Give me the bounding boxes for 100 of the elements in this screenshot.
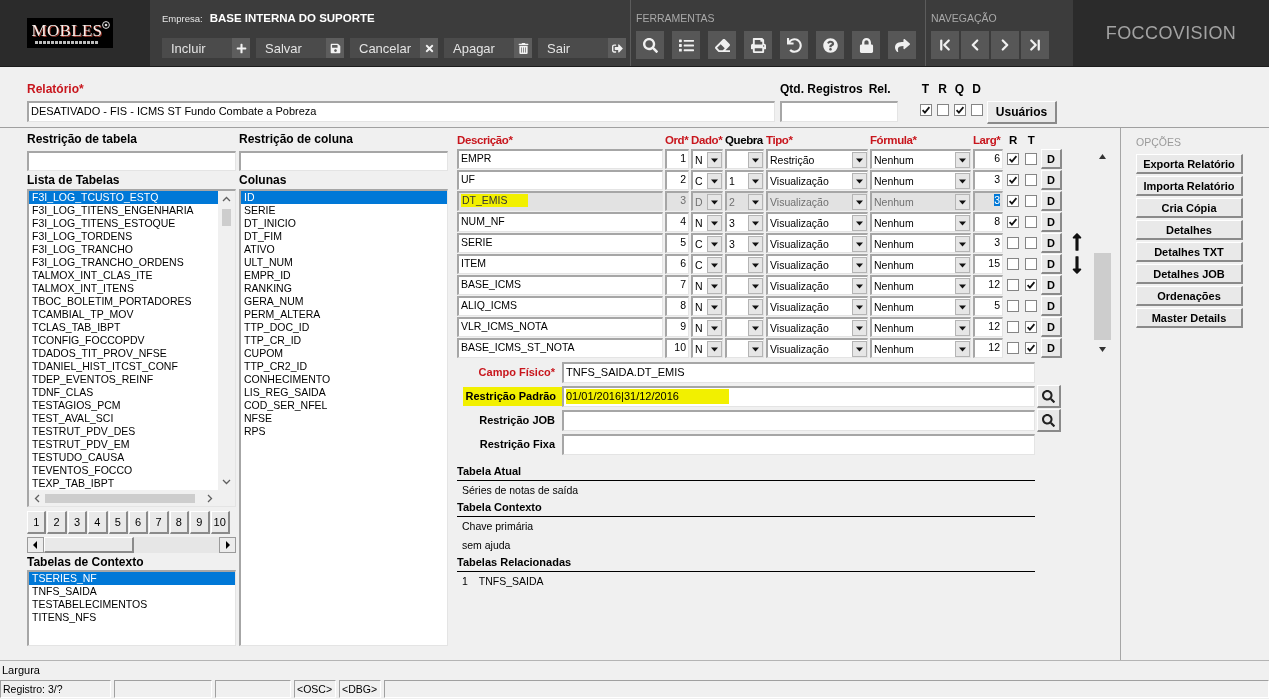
list-item[interactable]: TDANIEL_HIST_ITCST_CONF bbox=[29, 360, 218, 373]
list-item[interactable]: F3I_LOG_TRANCHO_ORDENS bbox=[29, 256, 218, 269]
list-item[interactable]: EMPR_ID bbox=[241, 269, 447, 282]
data-type-dropdown[interactable]: C bbox=[691, 170, 723, 190]
description-field[interactable]: ITEM bbox=[457, 254, 663, 274]
break-dropdown[interactable]: 1 bbox=[725, 170, 764, 190]
last-record-button[interactable] bbox=[1021, 31, 1049, 59]
list-item[interactable]: DT_FIM bbox=[241, 230, 447, 243]
forward-button[interactable] bbox=[888, 31, 916, 59]
option-button[interactable]: Cria Cópia bbox=[1136, 198, 1243, 218]
help-button[interactable] bbox=[816, 31, 844, 59]
order-field[interactable]: 6 bbox=[665, 254, 689, 274]
width-field[interactable]: 12 bbox=[973, 317, 1003, 337]
lock-button[interactable] bbox=[852, 31, 880, 59]
list-item[interactable]: TDEP_EVENTOS_REINF bbox=[29, 373, 218, 386]
input-field[interactable] bbox=[562, 434, 1035, 455]
checkbox[interactable] bbox=[1025, 153, 1037, 165]
order-field[interactable]: 10 bbox=[665, 338, 689, 358]
description-field[interactable]: VLR_ICMS_NOTA bbox=[457, 317, 663, 337]
description-field[interactable]: UF bbox=[457, 170, 663, 190]
scrollbar-thumb[interactable] bbox=[222, 209, 231, 226]
list-item[interactable]: TEXP_TAB_IBPT bbox=[29, 477, 218, 490]
list-item[interactable]: COD_SER_NFEL bbox=[241, 399, 447, 412]
list-item[interactable]: TTP_CR2_ID bbox=[241, 360, 447, 373]
detail-button[interactable]: D bbox=[1041, 212, 1062, 232]
detail-button[interactable]: D bbox=[1041, 317, 1062, 337]
arrow-up-icon[interactable] bbox=[1099, 154, 1106, 159]
list-item[interactable]: TTP_DOC_ID bbox=[241, 321, 447, 334]
input-field[interactable] bbox=[562, 410, 1035, 431]
detail-button[interactable]: D bbox=[1041, 338, 1062, 358]
page-button[interactable]: 1 bbox=[27, 511, 47, 534]
list-item[interactable]: TEVENTOS_FOCCO bbox=[29, 464, 218, 477]
page-button[interactable]: 8 bbox=[169, 511, 190, 534]
description-field[interactable]: ALIQ_ICMS bbox=[457, 296, 663, 316]
checkbox[interactable] bbox=[1007, 342, 1019, 354]
page-button[interactable]: 4 bbox=[88, 511, 108, 534]
option-button[interactable]: Detalhes bbox=[1136, 220, 1243, 240]
scrollbar-thumb[interactable] bbox=[45, 493, 195, 503]
checkbox[interactable] bbox=[1025, 300, 1037, 312]
detail-button[interactable]: D bbox=[1041, 296, 1062, 316]
type-dropdown[interactable]: Visualização bbox=[766, 191, 868, 211]
option-button[interactable]: Ordenações bbox=[1136, 286, 1243, 306]
input-field[interactable]: 01/01/2016|31/12/2016 bbox=[562, 386, 1035, 407]
list-item[interactable]: F3I_LOG_TRANCHO bbox=[29, 243, 218, 256]
type-dropdown[interactable]: Visualização bbox=[766, 338, 868, 358]
list-item[interactable]: TESTABELECIMENTOS bbox=[29, 598, 235, 611]
users-button[interactable]: Usuários bbox=[987, 101, 1057, 124]
cancel-button[interactable]: Cancelar bbox=[350, 38, 438, 58]
first-record-button[interactable] bbox=[931, 31, 959, 59]
add-button[interactable]: Incluir bbox=[162, 38, 250, 58]
data-type-dropdown[interactable]: N bbox=[691, 149, 723, 169]
record-count-field[interactable] bbox=[780, 101, 898, 122]
checkbox[interactable] bbox=[1007, 279, 1019, 291]
list-item[interactable]: TNFS_SAIDA bbox=[29, 585, 235, 598]
order-field[interactable]: 4 bbox=[665, 212, 689, 232]
list-item[interactable]: TESTUDO_CAUSA bbox=[29, 451, 218, 464]
list-item[interactable]: CUPOM bbox=[241, 347, 447, 360]
checkbox[interactable] bbox=[1007, 195, 1019, 207]
page-button[interactable]: 10 bbox=[210, 511, 230, 534]
width-field[interactable]: 15 bbox=[973, 254, 1003, 274]
list-item[interactable]: TCLAS_TAB_IBPT bbox=[29, 321, 218, 334]
type-dropdown[interactable]: Visualização bbox=[766, 296, 868, 316]
description-field[interactable]: NUM_NF bbox=[457, 212, 663, 232]
type-dropdown[interactable]: Visualização bbox=[766, 317, 868, 337]
report-name-field[interactable]: DESATIVADO - FIS - ICMS ST Fundo Combate a Pobreza bbox=[27, 101, 775, 122]
list-item[interactable]: TDNF_CLAS bbox=[29, 386, 218, 399]
option-button[interactable]: Master Details bbox=[1136, 308, 1243, 328]
delete-button[interactable]: Apagar bbox=[444, 38, 532, 58]
checkbox[interactable] bbox=[1025, 279, 1037, 291]
checkbox[interactable] bbox=[936, 104, 949, 116]
lookup-button[interactable] bbox=[1037, 385, 1061, 408]
width-field[interactable]: 3 bbox=[973, 191, 1003, 211]
list-item[interactable]: TESTAGIOS_PCM bbox=[29, 399, 218, 412]
column-filter-field[interactable] bbox=[239, 151, 448, 171]
checkbox[interactable] bbox=[1007, 300, 1019, 312]
list-item[interactable]: SERIE bbox=[241, 204, 447, 217]
description-field[interactable]: BASE_ICMS_ST_NOTA bbox=[457, 338, 663, 358]
chevron-down-icon[interactable] bbox=[222, 479, 231, 485]
data-type-dropdown[interactable]: C bbox=[691, 233, 723, 253]
scrollbar-thumb[interactable] bbox=[44, 537, 134, 553]
data-type-dropdown[interactable]: C bbox=[691, 254, 723, 274]
list-item[interactable]: CONHECIMENTO bbox=[241, 373, 447, 386]
chevron-right-icon[interactable] bbox=[207, 493, 213, 503]
checkbox[interactable] bbox=[953, 104, 966, 116]
list-item[interactable]: TSERIES_NF bbox=[29, 572, 235, 585]
page-button[interactable]: 5 bbox=[108, 511, 128, 534]
option-button[interactable]: Detalhes JOB bbox=[1136, 264, 1243, 284]
order-field[interactable]: 2 bbox=[665, 170, 689, 190]
order-field[interactable]: 3 bbox=[665, 191, 689, 211]
formula-dropdown[interactable]: Nenhum bbox=[870, 191, 971, 211]
width-field[interactable]: 3 bbox=[973, 233, 1003, 253]
print-button[interactable] bbox=[744, 31, 772, 59]
formula-dropdown[interactable]: Nenhum bbox=[870, 149, 971, 169]
page-button[interactable]: 9 bbox=[190, 511, 210, 534]
description-field[interactable]: DT_EMIS bbox=[457, 191, 663, 211]
data-type-dropdown[interactable]: N bbox=[691, 317, 723, 337]
break-dropdown[interactable]: 3 bbox=[725, 233, 764, 253]
type-dropdown[interactable]: Visualização bbox=[766, 233, 868, 253]
checkbox[interactable] bbox=[1007, 153, 1019, 165]
order-field[interactable]: 8 bbox=[665, 296, 689, 316]
